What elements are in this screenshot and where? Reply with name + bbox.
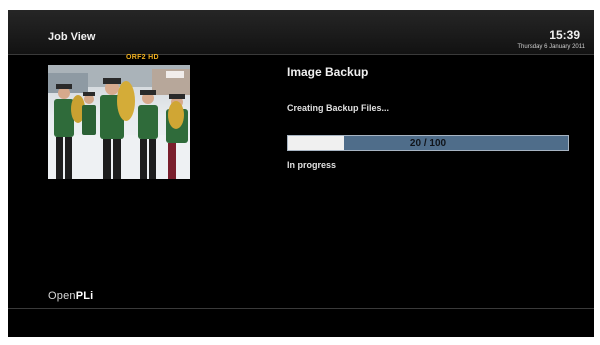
channel-name: ORF2 HD bbox=[126, 54, 159, 61]
progress-label: 20 / 100 bbox=[409, 137, 447, 149]
job-state: In progress bbox=[287, 160, 337, 170]
progress-bar: 20 / 100 bbox=[287, 135, 569, 151]
date-label: Thursday 6 January 2011 bbox=[517, 44, 585, 50]
job-status-text: Creating Backup Files... bbox=[287, 103, 390, 113]
video-preview bbox=[48, 65, 190, 179]
job-title: Image Backup bbox=[287, 65, 369, 79]
footer-divider bbox=[8, 308, 594, 309]
header-bar: Job View 15:39 Thursday 6 January 2011 bbox=[8, 10, 594, 55]
tv-screen: Job View 15:39 Thursday 6 January 2011 O… bbox=[8, 10, 594, 337]
openpli-logo: OpenPLi bbox=[48, 290, 93, 302]
page-title: Job View bbox=[48, 31, 96, 43]
clock: 15:39 bbox=[549, 28, 580, 42]
logo-main: Open bbox=[48, 290, 76, 302]
brass-band-picture bbox=[48, 65, 190, 179]
logo-bold: PLi bbox=[75, 290, 94, 302]
